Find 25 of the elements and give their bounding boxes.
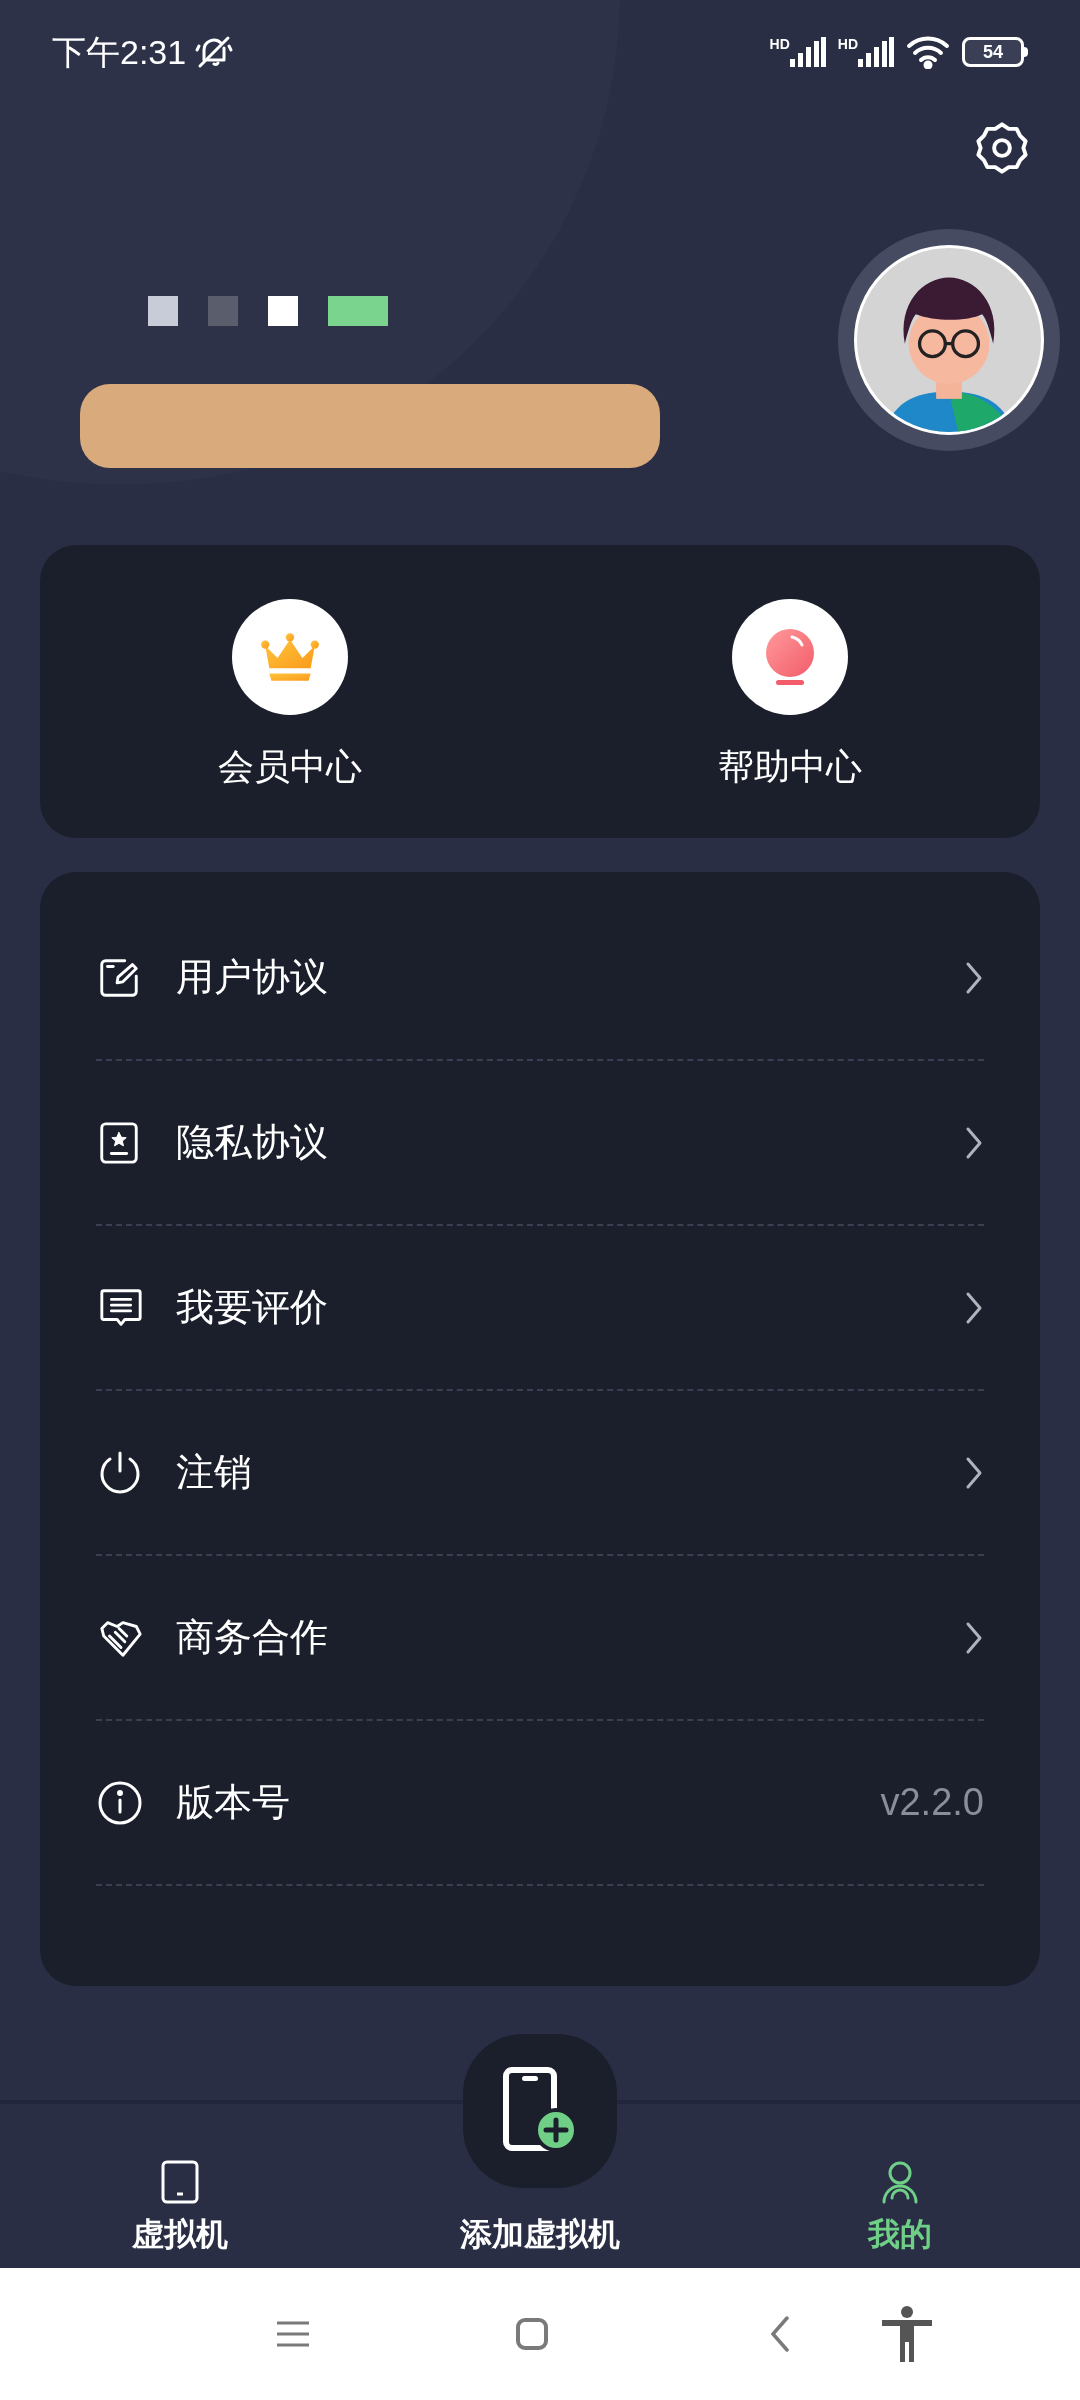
- battery-icon: 54: [962, 37, 1024, 67]
- tablet-icon: [160, 2160, 200, 2204]
- back-icon[interactable]: [770, 2316, 790, 2352]
- person-icon: [880, 2160, 920, 2204]
- signal-icon: [858, 37, 894, 67]
- menu-item[interactable]: 版本号 v2.2.0: [96, 1721, 984, 1886]
- home-icon[interactable]: [516, 2318, 548, 2350]
- network-type-label: HD: [837, 37, 858, 51]
- menu-item[interactable]: 商务合作: [96, 1556, 984, 1721]
- wifi-icon: [906, 35, 950, 69]
- menu-item[interactable]: 隐私协议: [96, 1061, 984, 1226]
- version-value: v2.2.0: [880, 1780, 984, 1825]
- nav-tab[interactable]: 添加虚拟机: [360, 2034, 720, 2272]
- accessibility-icon[interactable]: [882, 2306, 932, 2362]
- network-type-label: HD: [769, 37, 790, 51]
- menu-icon[interactable]: [277, 2321, 309, 2347]
- signal-icon: [789, 37, 826, 67]
- menu-item[interactable]: 用户协议: [96, 896, 984, 1061]
- status-time: 下午2:31: [52, 31, 187, 73]
- quick-action-button[interactable]: 会员中心: [40, 598, 540, 785]
- nav-tab[interactable]: 虚拟机: [0, 2104, 360, 2272]
- quick-action-button[interactable]: 帮助中心: [540, 598, 1040, 785]
- menu-item[interactable]: 注销: [96, 1391, 984, 1556]
- menu-item[interactable]: 我要评价: [96, 1226, 984, 1391]
- nav-tab[interactable]: 我的: [720, 2104, 1080, 2272]
